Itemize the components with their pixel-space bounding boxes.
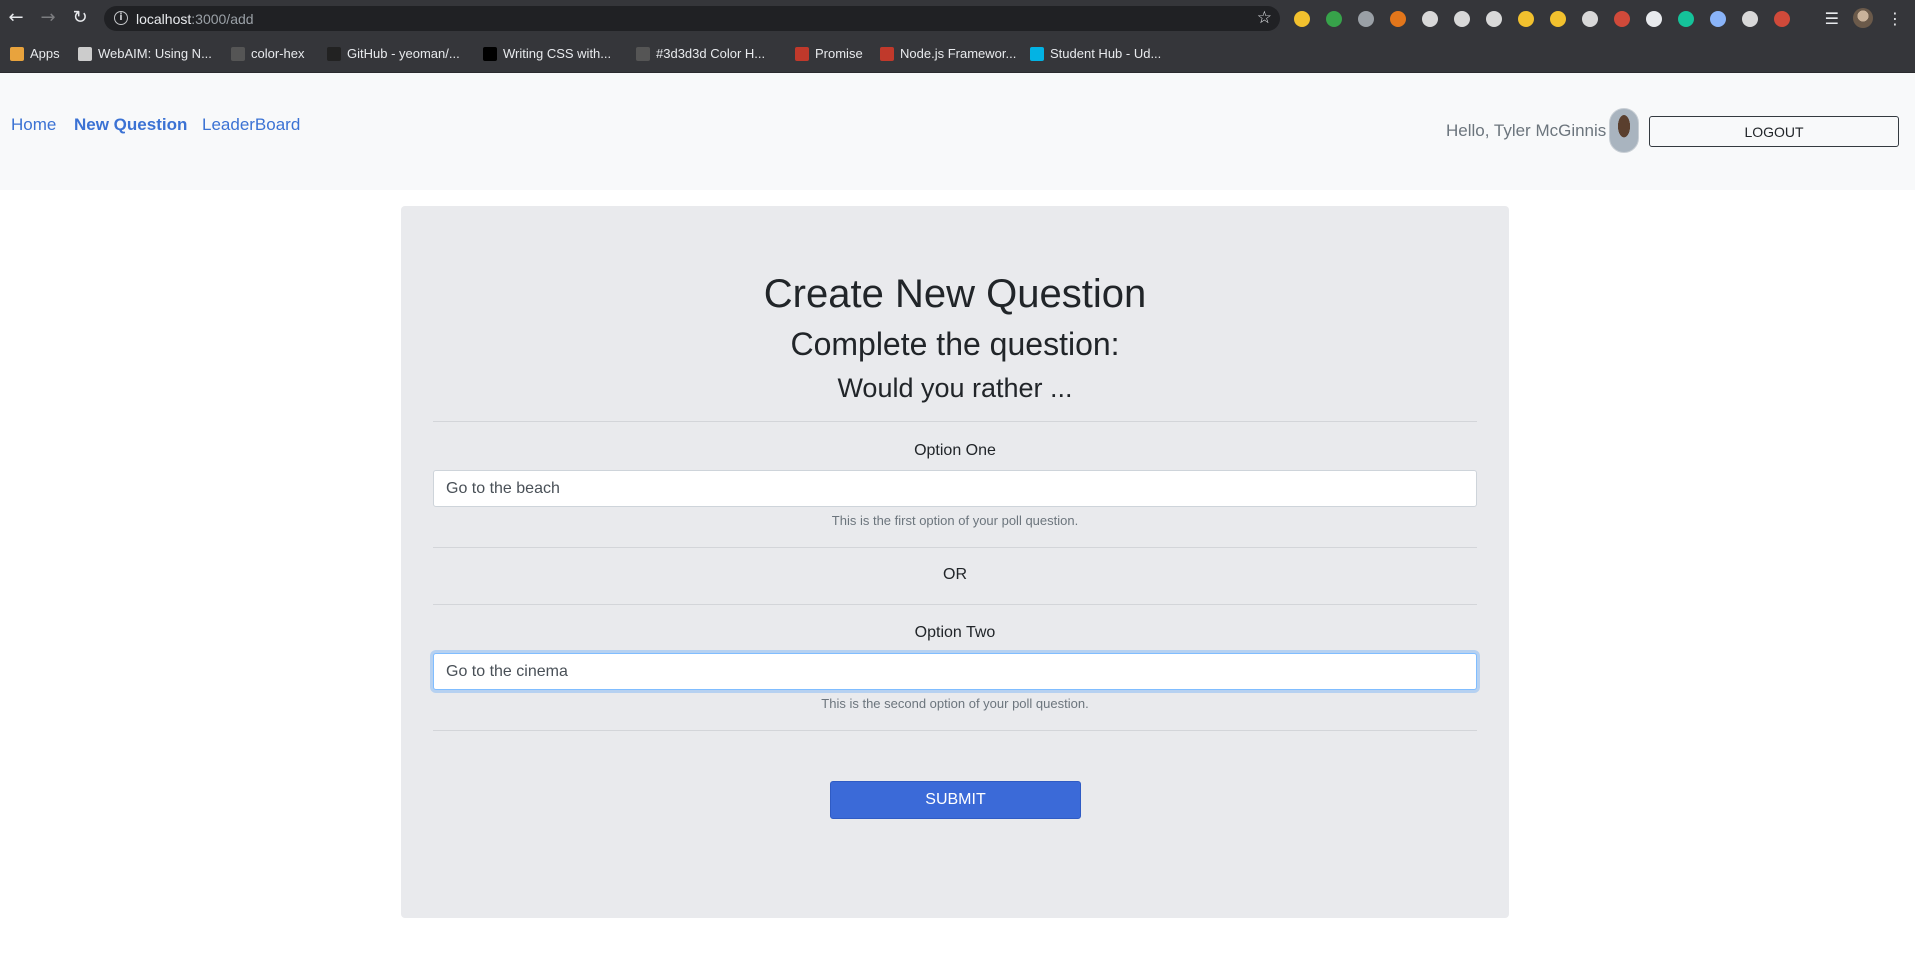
bookmark-label: Promise — [815, 46, 863, 61]
user-avatar — [1609, 108, 1639, 153]
divider — [433, 421, 1477, 422]
search-ext-icon[interactable] — [1486, 11, 1502, 27]
new-question-card: Create New Question Complete the questio… — [401, 206, 1509, 918]
bookmark-label: Node.js Framewor... — [900, 46, 1017, 61]
extensions-bar — [1294, 11, 1790, 27]
mortarboard-icon[interactable] — [1742, 11, 1758, 27]
option-two-input[interactable] — [433, 653, 1477, 690]
color-hex-icon — [636, 46, 650, 61]
github-ext-icon[interactable] — [1358, 11, 1374, 27]
magnifier-icon[interactable] — [1294, 11, 1310, 27]
shield-icon[interactable] — [1614, 11, 1630, 27]
bookmark-label: #3d3d3d Color H... — [656, 46, 766, 61]
option-two-label: Option Two — [914, 624, 996, 641]
bookmark-item[interactable]: GitHub - yeoman/... — [327, 46, 460, 61]
reload-icon[interactable]: ↻ — [70, 8, 90, 28]
address-bar[interactable]: i localhost:3000/add ☆ — [104, 6, 1280, 31]
bookmark-label: Apps — [30, 46, 60, 61]
submit-button[interactable]: Submit — [830, 781, 1081, 819]
user-greeting: Hello, Tyler McGinnis — [1446, 121, 1607, 140]
reading-list-icon[interactable]: ☰ — [1825, 9, 1839, 28]
app-header: Home New Question LeaderBoard Hello, Tyl… — [0, 73, 1915, 190]
record-icon[interactable] — [1582, 11, 1598, 27]
redux-icon[interactable] — [1774, 11, 1790, 27]
pinterest-icon — [880, 46, 894, 61]
bookmark-label: GitHub - yeoman/... — [347, 46, 460, 61]
bookmark-item[interactable]: Writing CSS with... — [483, 46, 611, 61]
ring-icon[interactable] — [1710, 11, 1726, 27]
logout-button[interactable]: Logout — [1649, 116, 1899, 147]
bookmark-label: color-hex — [251, 46, 305, 61]
bookmark-item[interactable]: Node.js Framewor... — [880, 46, 1016, 61]
nav-leaderboard-link[interactable]: LeaderBoard — [202, 115, 300, 135]
home-icon[interactable] — [1550, 11, 1566, 27]
github-icon — [327, 46, 341, 61]
info-icon[interactable]: i — [114, 11, 128, 25]
magnifier-yellow-icon[interactable] — [1518, 11, 1534, 27]
back-arrow-icon[interactable]: ← — [6, 8, 26, 28]
bookmark-item[interactable]: WebAIM: Using N... — [78, 46, 212, 61]
udacity-icon — [1030, 46, 1044, 61]
medium-icon — [483, 46, 497, 61]
grammarly-icon[interactable] — [1678, 11, 1694, 27]
bookmark-label: Student Hub - Ud... — [1050, 46, 1162, 61]
nav-new-question-link[interactable]: New Question — [74, 115, 187, 135]
apps-grid-icon — [10, 46, 24, 61]
fox-icon[interactable] — [1390, 11, 1406, 27]
bookmark-item[interactable]: Student Hub - Ud... — [1030, 46, 1161, 61]
divider — [433, 604, 1477, 605]
divider — [433, 547, 1477, 548]
color-hex-icon — [231, 46, 245, 61]
forward-arrow-icon[interactable]: → — [38, 8, 58, 28]
nav-home-link[interactable]: Home — [11, 115, 56, 135]
bookmarks-bar: Apps WebAIM: Using N... color-hex GitHub - … — [0, 36, 1915, 73]
bookmark-label: Writing CSS with... — [503, 46, 612, 61]
search-ext-icon[interactable] — [1454, 11, 1470, 27]
bookmark-item[interactable]: color-hex — [231, 46, 304, 61]
check-icon[interactable] — [1326, 11, 1342, 27]
bookmark-item[interactable]: Apps — [10, 46, 60, 61]
gear-icon — [78, 46, 92, 61]
form-subtitle: Complete the question: — [790, 326, 1120, 362]
kebab-menu-icon[interactable]: ⋮ — [1887, 9, 1903, 28]
browser-toolbar: ← → ↻ i localhost:3000/add ☆ ☰ ⋮ — [0, 0, 1915, 36]
bookmark-star-icon[interactable]: ☆ — [1257, 8, 1272, 28]
page-title: Create New Question — [763, 272, 1147, 316]
question-prompt: Would you rather ... — [837, 373, 1073, 403]
option-one-label: Option One — [914, 442, 996, 459]
or-separator: OR — [943, 566, 967, 583]
url-text: localhost:3000/add — [136, 11, 254, 27]
option-one-input[interactable] — [433, 470, 1477, 507]
divider — [433, 730, 1477, 731]
profile-avatar[interactable] — [1853, 8, 1873, 28]
option-one-help: This is the first option of your poll qu… — [831, 513, 1079, 528]
pdf-icon[interactable] — [1422, 11, 1438, 27]
bookmark-item[interactable]: #3d3d3d Color H... — [636, 46, 765, 61]
bookmark-item[interactable]: Promise — [795, 46, 863, 61]
option-two-help: This is the second option of your poll q… — [821, 696, 1089, 711]
promise-icon — [795, 46, 809, 61]
bookmark-label: WebAIM: Using N... — [98, 46, 212, 61]
contrast-icon[interactable] — [1646, 11, 1662, 27]
